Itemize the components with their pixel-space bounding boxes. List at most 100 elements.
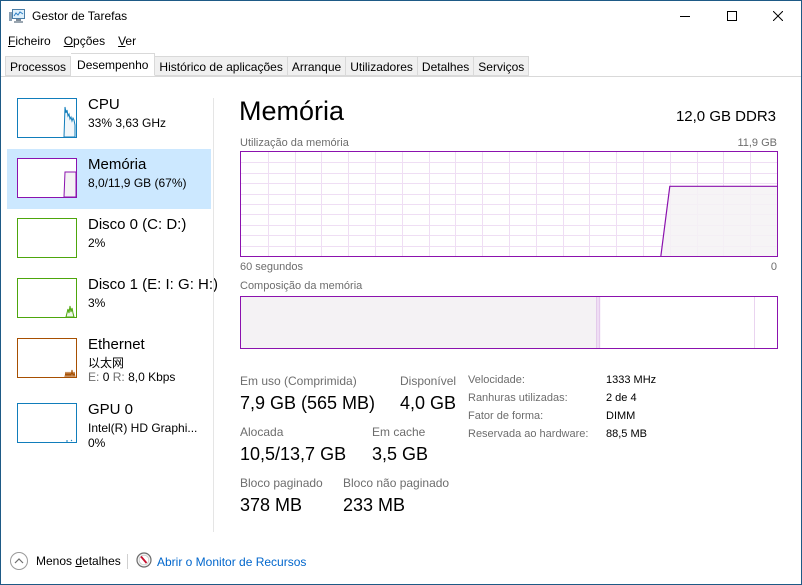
- tab-services[interactable]: Serviços: [474, 56, 530, 76]
- hardware-reserved-label: Reservada ao hardware:: [468, 428, 589, 440]
- sidebar-item-disk-1[interactable]: Disco 1 (E: I: G: H:) 3%: [7, 269, 218, 329]
- speed-value: 1333 MHz: [606, 374, 657, 386]
- tab-details[interactable]: Detalhes: [417, 56, 475, 76]
- open-resource-monitor-link[interactable]: Abrir o Monitor de Recursos: [136, 552, 306, 571]
- cpu-usage: 33% 3,63 GHz: [88, 116, 167, 130]
- minimize-button[interactable]: [662, 1, 708, 31]
- tab-startup[interactable]: Arranque: [287, 56, 347, 76]
- disk-1-usage: 3%: [88, 296, 106, 310]
- menu-options[interactable]: Opções: [57, 32, 111, 52]
- chevron-up-circle-icon: [10, 552, 28, 570]
- disk-1-thumbnail-graph: [17, 278, 77, 318]
- task-manager-app-icon: [9, 9, 25, 23]
- sidebar-item-cpu[interactable]: CPU 33% 3,63 GHz: [7, 89, 211, 149]
- memory-title: Memória: [88, 156, 147, 173]
- cached-label: Em cache: [372, 425, 426, 439]
- ethernet-adapter-name: 以太网: [88, 356, 125, 370]
- memory-composition-bar: [240, 296, 778, 349]
- memory-usage-area: [660, 186, 777, 256]
- window-title: Gestor de Tarefas: [32, 9, 128, 23]
- composition-segment-free[interactable]: [754, 297, 777, 348]
- tab-performance[interactable]: Desempenho: [71, 53, 156, 76]
- disk-0-usage: 2%: [88, 236, 106, 250]
- menu-file[interactable]: Ficheiro: [1, 32, 57, 52]
- disk-0-thumbnail-graph: [17, 218, 77, 258]
- menu-options-label: pções: [73, 34, 106, 48]
- ethernet-title: Ethernet: [88, 336, 145, 353]
- hardware-reserved-value: 88,5 MB: [606, 428, 647, 440]
- title-bar[interactable]: Gestor de Tarefas: [1, 1, 801, 31]
- usage-graph-label: Utilização da memória: [240, 137, 349, 149]
- memory-usage-graph: [240, 151, 778, 257]
- graph-x-right-label: 0: [770, 261, 777, 273]
- memory-spec: 12,0 GB DDR3: [675, 108, 776, 125]
- ethernet-recv-label: R:: [112, 370, 125, 384]
- usage-graph-max-label: 11,9 GB: [737, 137, 777, 149]
- footer: Menos detalhes Abrir o Monitor de Recurs…: [1, 545, 801, 577]
- close-icon: [773, 11, 783, 21]
- menu-file-label: icheiro: [15, 34, 51, 48]
- composition-segment-standby[interactable]: [600, 297, 755, 348]
- open-resource-monitor-label: Abrir o Monitor de Recursos: [157, 554, 307, 569]
- ethernet-throughput: E: 0 R: 8,0 Kbps: [88, 370, 175, 384]
- disk-1-title: Disco 1 (E: I: G: H:): [88, 276, 219, 293]
- memory-thumbnail-graph: [17, 158, 77, 198]
- graph-x-left-label: 60 segundos: [240, 261, 303, 273]
- maximize-icon: [727, 11, 737, 21]
- tab-app-history[interactable]: Histórico de aplicações: [155, 56, 288, 76]
- sidebar-divider: [213, 98, 214, 532]
- in-use-value: 7,9 GB (565 MB): [240, 393, 376, 413]
- resource-sidebar: CPU 33% 3,63 GHz Memória 8,0/11,9 GB (67…: [5, 89, 218, 529]
- gpu-0-adapter-name: Intel(R) HD Graphi...: [88, 421, 198, 435]
- fewer-details-prefix: Menos: [36, 554, 76, 568]
- resource-monitor-icon: [136, 552, 152, 571]
- menu-view-label: er: [125, 34, 137, 48]
- sidebar-item-gpu-0[interactable]: GPU 0 Intel(R) HD Graphi... 0%: [7, 394, 211, 454]
- nonpaged-pool-label: Bloco não paginado: [343, 476, 450, 490]
- menu-view[interactable]: Ver: [111, 32, 142, 52]
- in-use-label: Em uso (Comprimida): [240, 374, 357, 388]
- page-title: Memória: [239, 96, 345, 126]
- available-label: Disponível: [400, 374, 457, 388]
- menu-options-accel: O: [63, 34, 74, 48]
- gpu-0-title: GPU 0: [88, 401, 134, 418]
- fewer-details-rest: etalhes: [82, 554, 121, 568]
- cpu-thumbnail-graph: [17, 98, 77, 138]
- committed-label: Alocada: [240, 425, 284, 439]
- sidebar-item-ethernet[interactable]: Ethernet 以太网 E: 0 R: 8,0 Kbps: [7, 329, 211, 389]
- speed-label: Velocidade:: [468, 374, 525, 386]
- composition-segment-in-use[interactable]: [241, 297, 597, 348]
- sidebar-item-memory[interactable]: Memória 8,0/11,9 GB (67%): [7, 149, 211, 209]
- memory-composition-svg: [241, 297, 777, 348]
- slots-label: Ranhuras utilizadas:: [468, 392, 568, 404]
- tab-users[interactable]: Utilizadores: [346, 56, 418, 76]
- slots-value: 2 de 4: [606, 392, 637, 404]
- tab-bar: Processos Desempenho Histórico de aplica…: [1, 53, 801, 77]
- fewer-details-button[interactable]: Menos detalhes: [10, 552, 121, 570]
- footer-separator: [127, 554, 128, 569]
- maximize-button[interactable]: [709, 1, 755, 31]
- disk-0-title: Disco 0 (C: D:): [88, 216, 187, 233]
- ethernet-send-value: 0: [102, 370, 110, 384]
- tab-processes[interactable]: Processos: [5, 56, 72, 76]
- form-factor-label: Fator de forma:: [468, 410, 544, 422]
- committed-value: 10,5/13,7 GB: [240, 444, 347, 464]
- paged-pool-label: Bloco paginado: [240, 476, 323, 490]
- nonpaged-pool-value: 233 MB: [343, 495, 406, 515]
- cached-value: 3,5 GB: [372, 444, 429, 464]
- minimize-icon: [680, 16, 690, 17]
- menu-bar: Ficheiro Opções Ver: [1, 32, 142, 52]
- memory-usage-graph-svg: [241, 152, 777, 257]
- gpu-0-usage: 0%: [88, 436, 106, 450]
- task-manager-window: Gestor de Tarefas Ficheiro Opções Ver Pr…: [0, 0, 802, 585]
- available-value: 4,0 GB: [400, 393, 457, 413]
- ethernet-thumbnail-graph: [17, 338, 77, 378]
- form-factor-value: DIMM: [606, 410, 636, 422]
- close-button[interactable]: [755, 1, 801, 31]
- paged-pool-value: 378 MB: [240, 495, 303, 515]
- composition-label: Composição da memória: [240, 280, 363, 292]
- sidebar-item-disk-0[interactable]: Disco 0 (C: D:) 2%: [7, 209, 211, 269]
- ethernet-send-label: E:: [88, 370, 100, 384]
- memory-usage: 8,0/11,9 GB (67%): [88, 176, 187, 190]
- ethernet-recv-value: 8,0 Kbps: [128, 370, 176, 384]
